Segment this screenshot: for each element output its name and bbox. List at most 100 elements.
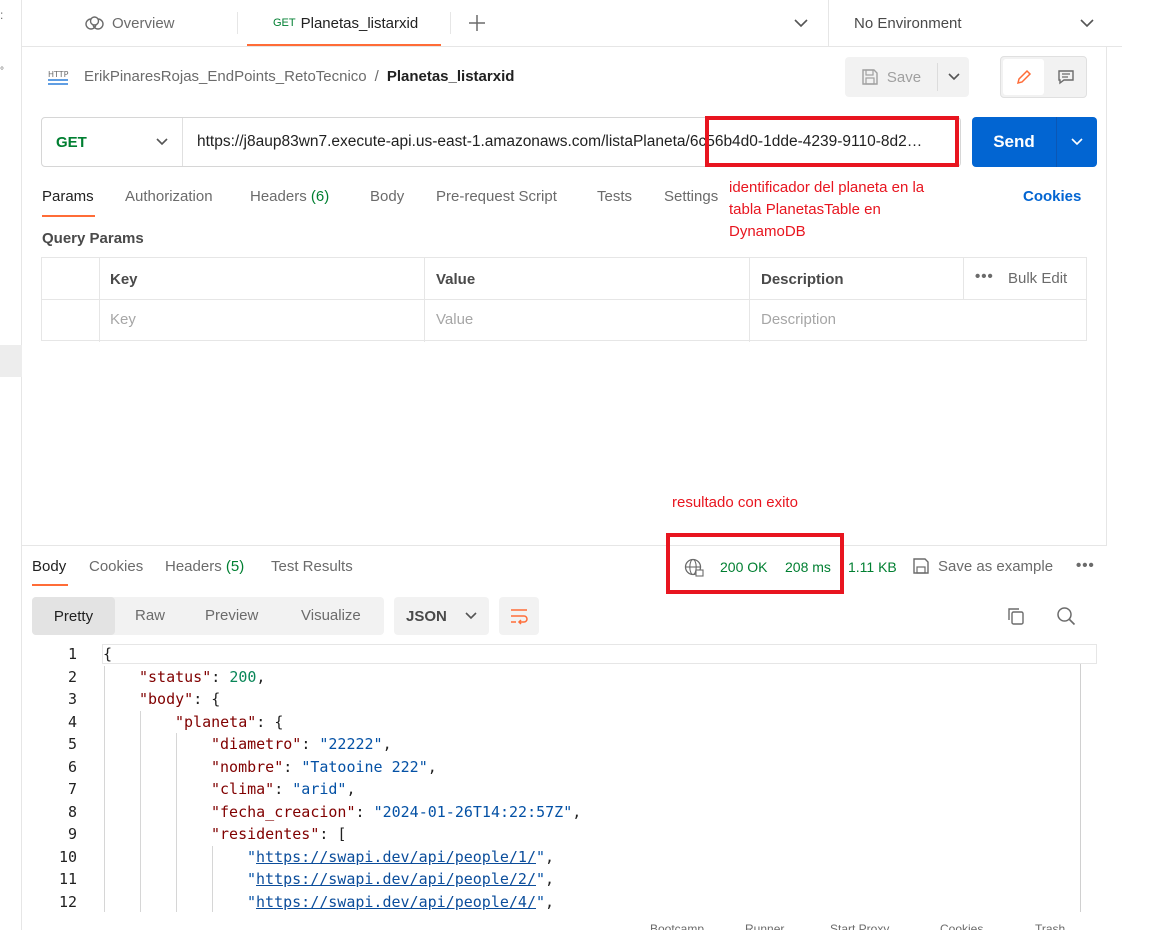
view-raw[interactable]: Raw [135,607,165,624]
save-icon [862,69,878,85]
breadcrumb-collection[interactable]: ErikPinaresRojas_EndPoints_RetoTecnico [84,68,367,85]
indent-guide [176,868,177,891]
environment-selector[interactable]: No Environment [854,0,1094,46]
left-sidebar-selected-item[interactable] [0,345,22,377]
value-input[interactable]: Value [436,311,473,328]
status-proxy[interactable]: Start Proxy [830,922,889,930]
annotation-highlight-status [666,533,844,594]
more-options-icon[interactable]: ••• [975,268,994,285]
cookies-link[interactable]: Cookies [1023,188,1081,205]
response-body-indicator [32,584,68,586]
bulk-edit-button[interactable]: Bulk Edit [1008,270,1067,287]
tab-prerequest-script[interactable]: Pre-request Script [436,188,557,205]
code-link[interactable]: https://swapi.dev/api/people/4/ [256,893,536,911]
new-tab-button[interactable] [468,0,486,46]
method-selector[interactable]: GET [42,118,182,166]
edit-mode-button[interactable] [1003,59,1044,95]
response-tab-cookies[interactable]: Cookies [89,558,143,575]
tab-active-label: Planetas_listarxid [300,14,419,32]
tab-headers[interactable]: Headers (6) [250,188,329,205]
response-more-icon[interactable]: ••• [1076,557,1095,574]
save-as-example-button[interactable]: Save as example [912,557,1053,575]
code-token: , [572,802,582,821]
status-bootcamp[interactable]: Bootcamp [650,922,704,930]
tab-params[interactable]: Params [42,188,94,205]
params-tab-indicator [42,215,95,217]
code-token: " [247,847,257,866]
status-runner[interactable]: Runner [745,922,784,930]
description-input[interactable]: Description [761,311,836,328]
indent-guide [104,710,105,733]
col-divider [99,258,100,342]
save-button-group: Save [845,57,969,97]
indent-guide [212,845,213,868]
chevron-down-icon [156,138,168,146]
scrollbar-track[interactable] [1080,664,1081,912]
view-visualize[interactable]: Visualize [301,607,361,624]
response-tab-headers[interactable]: Headers (5) [165,558,244,575]
send-options-button[interactable] [1057,117,1097,167]
table-header-row: Key Value Description ••• Bulk Edit [42,258,1086,300]
view-preview[interactable]: Preview [205,607,258,624]
code-token: "Tatooine 222" [301,757,428,776]
code-link[interactable]: https://swapi.dev/api/people/2/ [256,870,536,888]
breadcrumb-separator: / [374,68,379,85]
tab-body[interactable]: Body [370,188,404,205]
save-button[interactable]: Save [845,57,937,97]
annotation-highlight-id [705,116,959,167]
code-line: "https://swapi.dev/api/people/1/", [247,846,554,869]
view-pretty[interactable]: Pretty [32,597,115,635]
tab-settings[interactable]: Settings [664,188,718,205]
tab-overview[interactable]: Overview [84,0,175,46]
code-line: "planeta": { [175,711,283,734]
tab-tests[interactable]: Tests [597,188,632,205]
indent-guide [176,755,177,778]
code-line: "residentes": [ [211,823,346,846]
code-line: "nombre": "Tatooine 222", [211,756,437,779]
code-token: , [545,870,555,888]
col-description-header: Description [761,271,844,288]
tab-bar: Overview GET Planetas_listarxid No Envir… [22,0,1122,47]
indent-guide [212,890,213,912]
key-input[interactable]: Key [110,311,136,328]
col-divider [963,258,964,300]
code-token: " [247,870,257,888]
tab-planetas-listarxid[interactable]: GET Planetas_listarxid [273,0,418,46]
search-icon[interactable] [1056,606,1076,630]
status-trash[interactable]: Trash [1035,922,1065,930]
response-size[interactable]: 1.11 KB [848,559,897,575]
indent-guide [176,733,177,756]
copy-icon[interactable] [1006,606,1026,630]
line-number: 12 [58,892,77,911]
wrap-lines-button[interactable] [499,597,539,635]
indent-guide [212,868,213,891]
response-tab-body[interactable]: Body [32,558,66,575]
breadcrumb-request-name[interactable]: Planetas_listarxid [387,68,515,85]
format-selector[interactable]: JSON [394,597,489,635]
wrap-icon [511,609,528,625]
indent-guide [104,733,105,756]
response-tab-test-results[interactable]: Test Results [271,558,353,575]
svg-text:HTTP: HTTP [48,70,69,79]
code-token: : { [256,712,284,731]
indent-guide [140,800,141,823]
query-params-table: Key Value Description ••• Bulk Edit Key … [41,257,1087,342]
response-code-editor[interactable]: 1{2 "status": 200, 3 "body": {4 "planeta": {… [22,642,1102,912]
tab-headers-count: (6) [310,188,330,205]
col-value-header: Value [436,271,476,288]
indent-guide [176,845,177,868]
tabs-dropdown-button[interactable] [794,0,808,46]
indent-guide [140,778,141,801]
save-options-button[interactable] [938,57,969,97]
col-divider [749,258,750,342]
documentation-button[interactable] [1046,59,1086,95]
send-button[interactable]: Send [972,117,1056,167]
view-mode-segment: Pretty Raw Preview Visualize [32,597,384,635]
code-token: : [274,780,293,798]
code-link[interactable]: https://swapi.dev/api/people/1/ [256,848,536,866]
indent-guide [140,823,141,846]
annotation-line-2: tabla PlanetasTable en [729,201,881,218]
status-cookies[interactable]: Cookies [940,922,983,930]
tab-authorization[interactable]: Authorization [125,188,213,205]
indent-guide [104,778,105,801]
